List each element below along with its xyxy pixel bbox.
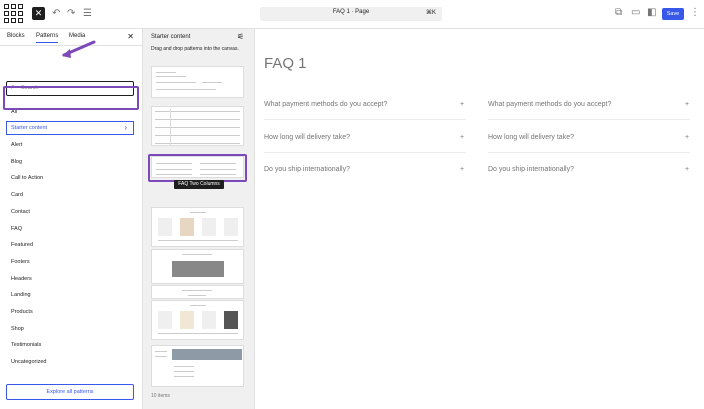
patterns-list-panel: Starter content ⚟ Drag and drop patterns… <box>143 29 255 409</box>
divider <box>488 152 690 153</box>
editor-canvas[interactable]: FAQ 1 What payment methods do you accept… <box>255 29 704 409</box>
pattern-tooltip: FAQ Two Columns <box>174 180 224 189</box>
category-uncategorized[interactable]: Uncategorized <box>11 359 46 365</box>
category-card[interactable]: Card <box>11 192 23 198</box>
save-button[interactable]: Save <box>662 8 684 20</box>
category-shop[interactable]: Shop <box>11 326 24 332</box>
pattern-thumbnail[interactable] <box>151 249 244 284</box>
plus-icon[interactable]: + <box>460 134 464 141</box>
faq-question[interactable]: How long will delivery take? <box>488 134 574 141</box>
category-testimonials[interactable]: Testimonials <box>11 342 41 348</box>
faq-question[interactable]: Do you ship internationally? <box>488 166 574 173</box>
category-alert[interactable]: Alert <box>11 142 22 148</box>
items-count: 10 items <box>151 393 170 399</box>
category-footers[interactable]: Footers <box>11 259 30 265</box>
panel-title: Starter content <box>151 34 191 40</box>
editor-window: ✕ ↶ ↷ ☰ FAQ 1 · Page ⌘K ⧉ ▭ ◧ Save ⋮ Blo… <box>0 0 704 409</box>
divider <box>264 119 466 120</box>
explore-all-patterns-button[interactable]: Explore all patterns <box>6 384 134 400</box>
annotation-arrow-icon <box>62 40 96 58</box>
chevron-right-icon: › <box>124 123 127 132</box>
category-faq[interactable]: FAQ <box>11 226 22 232</box>
plus-icon[interactable]: + <box>685 166 689 173</box>
undo-icon[interactable]: ↶ <box>52 8 60 20</box>
category-starter-content[interactable]: Starter content › <box>6 121 134 135</box>
redo-icon[interactable]: ↷ <box>67 8 75 20</box>
pattern-thumbnail[interactable] <box>151 345 244 387</box>
pattern-thumbnail[interactable] <box>151 300 244 340</box>
device-preview-icon[interactable]: ▭ <box>631 7 640 19</box>
document-bar[interactable]: FAQ 1 · Page ⌘K <box>260 7 442 21</box>
category-contact[interactable]: Contact <box>11 209 30 215</box>
tab-blocks[interactable]: Blocks <box>7 33 25 39</box>
category-headers[interactable]: Headers <box>11 276 32 282</box>
faq-question[interactable]: What payment methods do you accept? <box>488 101 611 108</box>
panel-description: Drag and drop patterns into the canvas. <box>151 46 239 52</box>
close-inserter-button[interactable]: ✕ <box>32 7 45 20</box>
pattern-thumbnail[interactable] <box>151 106 244 146</box>
document-title: FAQ 1 · Page <box>332 9 370 15</box>
pattern-thumbnail[interactable] <box>151 207 244 247</box>
filter-icon[interactable]: ⚟ <box>237 32 244 41</box>
faq-pattern-highlight <box>148 154 247 182</box>
faq-question[interactable]: Do you ship internationally? <box>264 166 350 173</box>
plus-icon[interactable]: + <box>460 101 464 108</box>
category-products[interactable]: Products <box>11 309 33 315</box>
tab-patterns[interactable]: Patterns <box>36 33 59 43</box>
category-featured[interactable]: Featured <box>11 242 33 248</box>
category-blog[interactable]: Blog <box>11 159 22 165</box>
options-menu-icon[interactable]: ⋮ <box>690 7 700 19</box>
divider <box>264 152 466 153</box>
close-icon[interactable]: ✕ <box>127 32 134 41</box>
faq-question[interactable]: How long will delivery take? <box>264 134 350 141</box>
pattern-thumbnail[interactable] <box>151 285 244 299</box>
command-shortcut: ⌘K <box>425 10 436 16</box>
document-overview-icon[interactable]: ☰ <box>83 8 92 20</box>
settings-sidebar-icon[interactable]: ◧ <box>647 7 656 19</box>
site-logo-icon[interactable] <box>3 3 25 25</box>
view-page-icon[interactable]: ⧉ <box>615 7 622 19</box>
category-call-to-action[interactable]: Call to Action <box>11 175 43 181</box>
pattern-thumbnail[interactable] <box>151 66 244 98</box>
plus-icon[interactable]: + <box>460 166 464 173</box>
category-label: Starter content <box>11 125 48 131</box>
top-toolbar: ✕ ↶ ↷ ☰ FAQ 1 · Page ⌘K ⧉ ▭ ◧ Save ⋮ <box>0 0 704 29</box>
plus-icon[interactable]: + <box>685 101 689 108</box>
faq-question[interactable]: What payment methods do you accept? <box>264 101 387 108</box>
category-landing[interactable]: Landing <box>11 292 31 298</box>
starter-content-highlight <box>3 86 139 110</box>
divider <box>488 119 690 120</box>
plus-icon[interactable]: + <box>685 134 689 141</box>
page-heading[interactable]: FAQ 1 <box>264 55 307 72</box>
